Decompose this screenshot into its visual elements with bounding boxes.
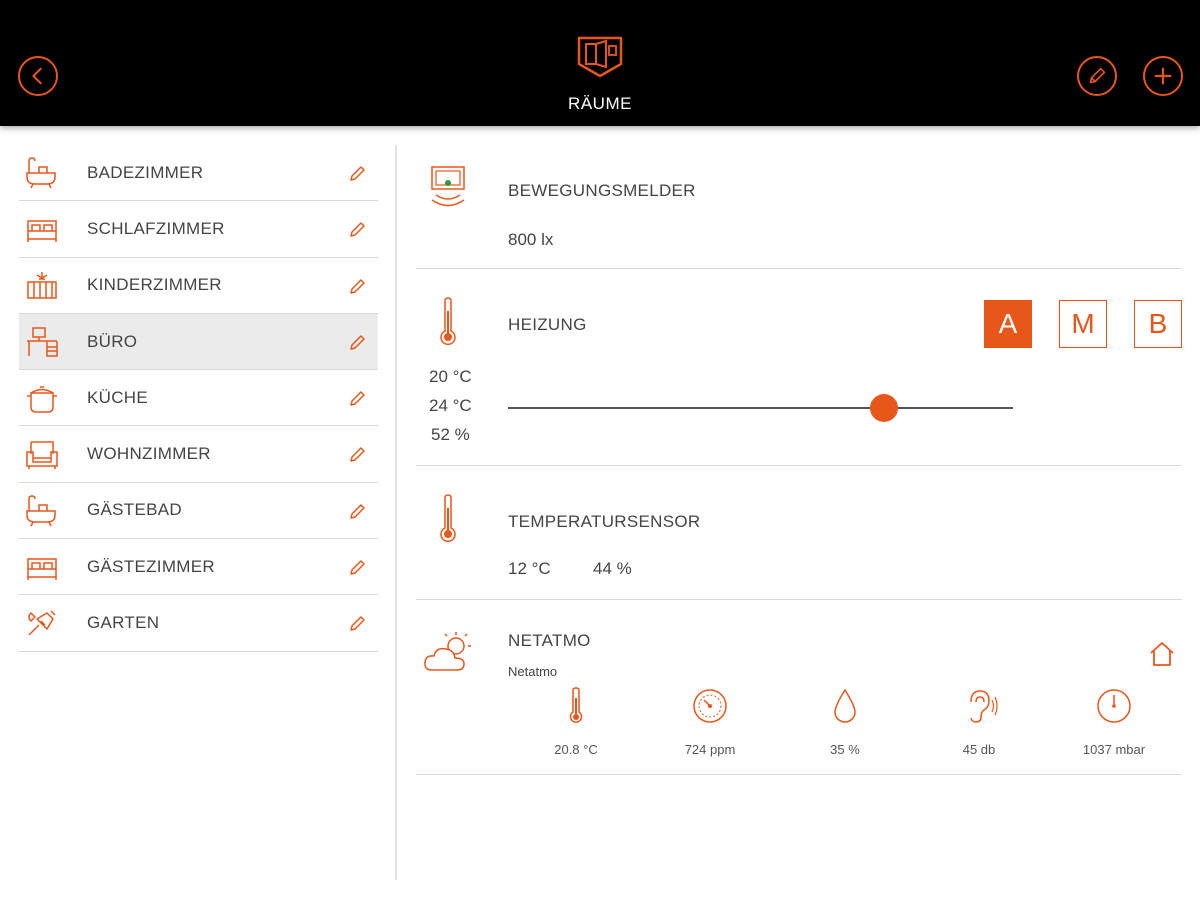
- back-arrow-icon: [32, 67, 42, 85]
- mode-button-b[interactable]: B: [1134, 300, 1182, 348]
- device-title: TEMPERATURSENSOR: [508, 512, 701, 531]
- crib-icon: [27, 271, 57, 299]
- room-list: BADEZIMMER SCHLAFZIMMER KINDERZIMMER BÜR…: [19, 145, 378, 652]
- room-label: BÜRO: [87, 331, 138, 351]
- bed-icon: [27, 220, 57, 243]
- room-item-schlafzimmer[interactable]: SCHLAFZIMMER: [19, 201, 378, 258]
- app-header: RÄUME: [0, 0, 1200, 126]
- room-item-gaestebad[interactable]: GÄSTEBAD: [19, 483, 378, 540]
- bathtub-icon: [26, 495, 56, 527]
- lux-value: 800 lx: [508, 230, 554, 249]
- metric-temperature: 20.8 °C: [516, 686, 636, 757]
- rooms-logo-icon: [577, 36, 623, 78]
- current-temperature: 20 °C: [429, 367, 472, 386]
- bed-icon: [27, 558, 57, 581]
- device-temperature-sensor[interactable]: TEMPERATURSENSOR 12 °C 44 %: [416, 466, 1182, 600]
- room-label: GÄSTEBAD: [87, 500, 182, 520]
- page-title: RÄUME: [568, 94, 632, 113]
- metric-value: 45 db: [962, 742, 996, 757]
- pencil-icon[interactable]: [348, 501, 368, 521]
- cloud-sun-icon: [424, 632, 471, 671]
- pencil-icon[interactable]: [348, 276, 368, 296]
- slider-fill: [508, 407, 885, 409]
- mode-button-m[interactable]: M: [1059, 300, 1107, 348]
- room-label: WOHNZIMMER: [87, 444, 211, 464]
- device-motion-sensor[interactable]: BEWEGUNGSMELDER 800 lx: [416, 145, 1182, 269]
- metric-value: 35 %: [830, 742, 860, 757]
- temperature-value: 12 °C: [508, 559, 551, 578]
- armchair-icon: [26, 441, 58, 470]
- pot-icon: [27, 386, 57, 413]
- device-heating[interactable]: HEIZUNG 20 °C 24 °C 52 % A M B: [416, 269, 1182, 466]
- slider-thumb[interactable]: [870, 394, 899, 422]
- metric-pressure: 1037 mbar: [1054, 686, 1174, 757]
- target-temperature: 24 °C: [429, 396, 472, 415]
- motion-sensor-icon: [431, 166, 465, 207]
- device-netatmo[interactable]: NETATMO Netatmo 20.8 °C 724 ppm 35 % 45 …: [416, 600, 1182, 775]
- room-item-kinderzimmer[interactable]: KINDERZIMMER: [19, 258, 378, 314]
- room-item-gaestezimmer[interactable]: GÄSTEZIMMER: [19, 539, 378, 596]
- thermometer-icon: [440, 297, 456, 346]
- room-item-wohnzimmer[interactable]: WOHNZIMMER: [19, 426, 378, 483]
- room-label: KINDERZIMMER: [87, 275, 222, 295]
- room-label: SCHLAFZIMMER: [87, 218, 225, 238]
- room-label: BADEZIMMER: [87, 162, 204, 182]
- room-item-buero[interactable]: BÜRO: [19, 313, 378, 371]
- pencil-icon[interactable]: [348, 444, 368, 464]
- pencil-icon[interactable]: [348, 388, 368, 408]
- thermometer-icon: [440, 494, 456, 543]
- room-label: GÄSTEZIMMER: [87, 556, 215, 576]
- pencil-icon[interactable]: [348, 613, 368, 633]
- room-item-badezimmer[interactable]: BADEZIMMER: [19, 145, 378, 202]
- temperature-slider[interactable]: [508, 394, 1013, 422]
- room-item-kueche[interactable]: KÜCHE: [19, 370, 378, 427]
- back-button[interactable]: [18, 56, 58, 96]
- pencil-icon: [1089, 67, 1106, 84]
- metric-value: 20.8 °C: [554, 742, 598, 757]
- metric-value: 724 ppm: [684, 742, 736, 757]
- plus-icon: [1154, 67, 1172, 85]
- thermometer-icon: [569, 687, 583, 723]
- barometer-icon: [1097, 689, 1131, 723]
- edit-button[interactable]: [1077, 56, 1117, 96]
- valve-position: 52 %: [431, 425, 470, 444]
- metric-value: 1037 mbar: [1082, 742, 1146, 757]
- pencil-icon[interactable]: [348, 163, 368, 183]
- metric-humidity: 35 %: [785, 686, 905, 757]
- panel-divider: [395, 145, 397, 880]
- add-button[interactable]: [1143, 56, 1183, 96]
- garden-tools-icon: [28, 610, 56, 636]
- humidity-value: 44 %: [593, 559, 632, 578]
- mode-button-a[interactable]: A: [984, 300, 1032, 348]
- device-title: NETATMO: [508, 631, 591, 650]
- room-item-garten[interactable]: GARTEN: [19, 595, 378, 652]
- pencil-icon[interactable]: [348, 219, 368, 239]
- metric-co2: 724 ppm: [650, 686, 770, 757]
- home-icon[interactable]: [1148, 640, 1176, 668]
- device-title: HEIZUNG: [508, 315, 587, 334]
- bathtub-icon: [26, 157, 56, 189]
- desk-icon: [27, 327, 58, 357]
- device-title: BEWEGUNGSMELDER: [508, 181, 696, 200]
- pencil-icon[interactable]: [348, 557, 368, 577]
- room-label: KÜCHE: [87, 387, 149, 407]
- ear-icon: [970, 690, 998, 723]
- water-drop-icon: [834, 688, 856, 723]
- room-label: GARTEN: [87, 613, 160, 633]
- pencil-icon[interactable]: [348, 332, 368, 352]
- device-subtitle: Netatmo: [508, 664, 558, 679]
- gauge-icon: [693, 689, 727, 723]
- metric-noise: 45 db: [919, 686, 1039, 757]
